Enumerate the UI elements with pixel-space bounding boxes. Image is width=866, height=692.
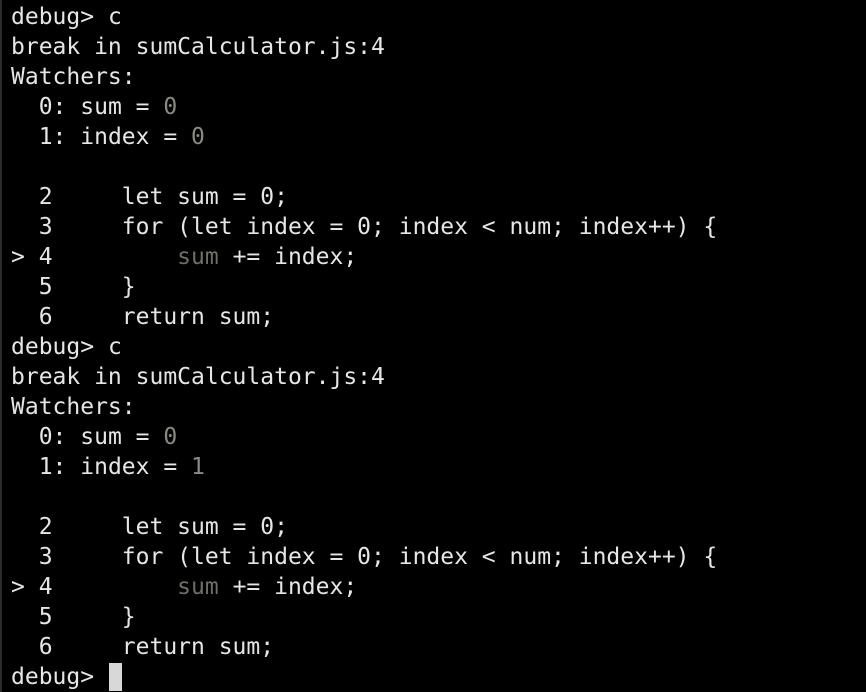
source-code: } [121,604,136,630]
watcher-row: 0: sum = 0 [11,94,178,120]
prompt-line: debug> c [11,2,866,32]
prompt: debug> [11,334,108,360]
watcher-name: sum [80,94,122,120]
break-message: break in sumCalculator.js:4 [11,364,385,390]
watcher-row: 0: sum = 0 [11,424,178,450]
watcher-value: 0 [191,124,205,150]
watcher-value: 1 [191,454,205,480]
break-message: break in sumCalculator.js:4 [11,34,385,60]
command: c [107,334,122,360]
source-line: 6 return sum; [11,304,275,330]
source-code: return sum; [121,634,275,660]
source-code: } [121,274,136,300]
source-line: 3 for (let index = 0; index < num; index… [11,214,718,240]
source-line: 3 for (let index = 0; index < num; index… [11,544,718,570]
prompt: debug> [11,4,108,30]
watcher-name: sum [80,424,122,450]
prompt-line: debug> c [11,332,866,362]
watcher-row: 1: index = 0 [11,124,205,150]
source-line: 2 let sum = 0; [11,514,288,540]
prompt: debug> [11,664,108,690]
source-line: 2 let sum = 0; [11,184,288,210]
highlighted-token: sum [177,574,219,600]
source-code: let sum = 0; [121,514,288,540]
watcher-name: index [80,454,150,480]
watchers-header: Watchers: [11,64,136,90]
source-code: for (let index = 0; index < num; index++… [121,214,718,240]
current-source-line: > 4 sum += index; [11,574,358,600]
watchers-header: Watchers: [11,394,136,420]
source-code: for (let index = 0; index < num; index++… [121,544,718,570]
terminal-window[interactable]: debug> c break in sumCalculator.js:4 Wat… [0,0,866,692]
source-code: let sum = 0; [121,184,288,210]
highlighted-token: sum [177,244,219,270]
source-code: += index; [218,244,358,270]
source-code: return sum; [121,304,275,330]
source-line: 5 } [11,604,136,630]
input-line[interactable]: debug> [11,662,866,692]
text-cursor[interactable] [108,663,122,691]
source-line: 5 } [11,274,136,300]
watcher-name: index [80,124,150,150]
watcher-value: 0 [163,94,178,120]
source-line: 6 return sum; [11,634,275,660]
command: c [107,4,122,30]
watcher-value: 0 [163,424,178,450]
current-source-line: > 4 sum += index; [11,244,358,270]
watcher-row: 1: index = 1 [11,454,205,480]
source-code: += index; [218,574,358,600]
